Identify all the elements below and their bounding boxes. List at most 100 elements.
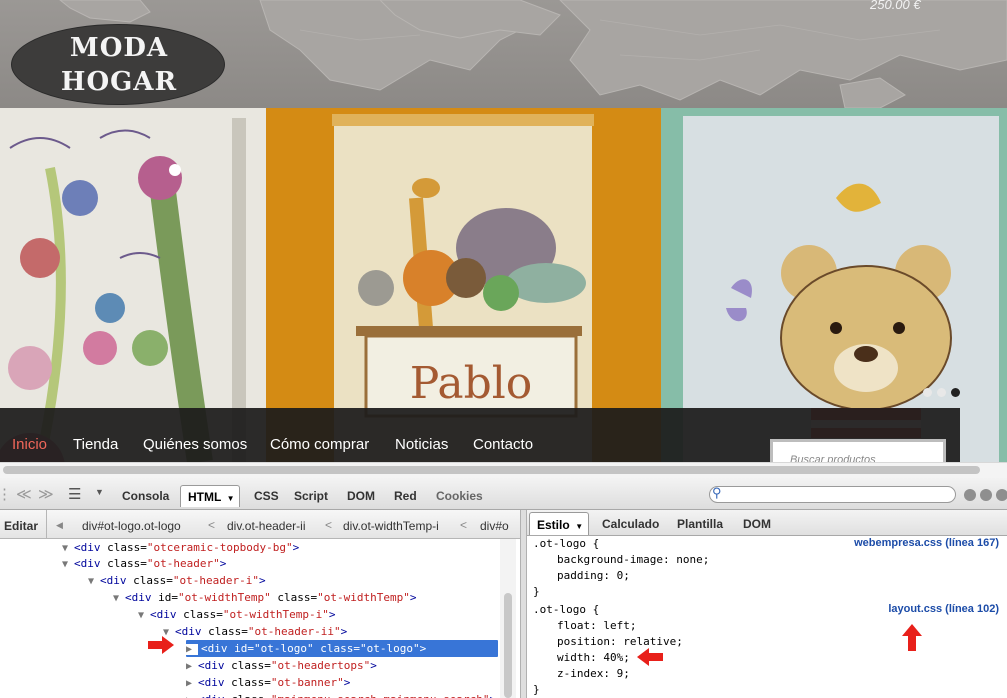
slider-dot-2[interactable] xyxy=(937,388,946,397)
tree-node[interactable]: ▼ <div class="otceramic-topbody-bg"> xyxy=(62,539,299,556)
tree-node[interactable]: ▼ <div class="ot-header-ii"> xyxy=(163,623,347,640)
inspect-icon[interactable]: ⋮ xyxy=(0,485,12,503)
css-declaration[interactable]: background-image: none; xyxy=(557,552,709,568)
css-declaration[interactable]: width: 40%; xyxy=(557,650,630,666)
tag-open: <div xyxy=(198,659,225,672)
attr-name[interactable]: class= xyxy=(225,676,271,689)
attr-value[interactable]: "otceramic-topbody-bg" xyxy=(147,541,293,554)
attr-name[interactable]: class= xyxy=(177,608,223,621)
attr-value[interactable]: "mainmenu-search mainmenu-search" xyxy=(271,693,490,698)
twisty-open-icon[interactable]: ▼ xyxy=(113,593,125,604)
css-declaration[interactable]: padding: 0; xyxy=(557,568,630,584)
tree-node[interactable]: ▶ <div class="mainmenu-search mainmenu-s… xyxy=(186,691,496,698)
css-rule-close: } xyxy=(533,683,540,696)
close-icon[interactable] xyxy=(996,489,1007,501)
tree-node[interactable]: ▼ <div class="ot-widthTemp-i"> xyxy=(138,606,336,623)
attr-value[interactable]: "ot-widthTemp" xyxy=(317,591,410,604)
red-arrow-annotation-icon xyxy=(637,648,663,666)
slider-dot-3[interactable] xyxy=(951,388,960,397)
horizontal-scrollbar-thumb[interactable] xyxy=(3,466,980,474)
breadcrumb-item-widthtemp-i[interactable]: div.ot-widthTemp-i xyxy=(343,519,439,533)
nav-item-inicio[interactable]: Inicio xyxy=(12,436,47,453)
attr-value[interactable]: "ot-headertops" xyxy=(271,659,370,672)
attr-name[interactable]: class= xyxy=(314,642,360,655)
breadcrumb-item-header-ii[interactable]: div.ot-header-ii xyxy=(227,519,305,533)
tab-red[interactable]: Red xyxy=(394,489,417,503)
forward-arrow-icon[interactable]: ≫ xyxy=(38,485,54,503)
breadcrumb-item-truncated[interactable]: div#o xyxy=(480,519,509,533)
attr-name[interactable]: class= xyxy=(271,591,317,604)
nav-item-tienda[interactable]: Tienda xyxy=(73,436,118,453)
attr-name[interactable]: class= xyxy=(202,625,248,638)
attr-value[interactable]: "ot-header-ii" xyxy=(248,625,341,638)
back-arrow-icon[interactable]: ≪ xyxy=(16,485,32,503)
tab-calculado[interactable]: Calculado xyxy=(602,517,659,531)
site-logo[interactable]: MODA HOGAR xyxy=(11,24,225,105)
breadcrumb-item-ot-logo[interactable]: div#ot-logo.ot-logo xyxy=(82,519,181,533)
horizontal-scrollbar[interactable] xyxy=(0,462,1007,478)
twisty-closed-icon[interactable]: ▶ xyxy=(186,644,199,655)
tab-plantilla[interactable]: Plantilla xyxy=(677,517,723,531)
vertical-scrollbar[interactable] xyxy=(500,539,516,698)
attr-value[interactable]: "ot-widthTemp-i" xyxy=(223,608,329,621)
css-source-link[interactable]: webempresa.css (línea 167) xyxy=(854,537,999,549)
attr-value[interactable]: "ot-header-i" xyxy=(173,574,259,587)
attr-name[interactable]: class= xyxy=(127,574,173,587)
breadcrumb-scroll-left-icon[interactable]: ◀ xyxy=(56,520,63,531)
attr-value[interactable]: "ot-logo" xyxy=(254,642,314,655)
css-selector[interactable]: .ot-logo { xyxy=(533,602,599,618)
nav-item-como-comprar[interactable]: Cómo comprar xyxy=(270,436,369,453)
attr-value[interactable]: "ot-widthTemp" xyxy=(178,591,271,604)
product-search-input[interactable]: Buscar productos xyxy=(770,439,946,462)
nav-item-contacto[interactable]: Contacto xyxy=(473,436,533,453)
attr-value[interactable]: "ot-banner" xyxy=(271,676,344,689)
slider-dot-1[interactable] xyxy=(923,388,932,397)
site-header: 250.00 € MODA HOGAR xyxy=(0,0,1007,108)
tab-script[interactable]: Script xyxy=(294,489,328,503)
attr-value[interactable]: "ot-logo" xyxy=(360,642,420,655)
tab-dom[interactable]: DOM xyxy=(347,489,375,503)
twisty-closed-icon[interactable]: ▶ xyxy=(186,678,198,689)
tree-node-selected[interactable]: ▶ <div id="ot-logo" class="ot-logo"> xyxy=(186,640,499,657)
attr-name[interactable]: id= xyxy=(152,591,178,604)
attr-name[interactable]: class= xyxy=(101,557,147,570)
tree-node[interactable]: ▶ <div class="ot-headertops"> xyxy=(186,657,377,674)
css-declaration[interactable]: float: left; xyxy=(557,618,636,634)
breadcrumb-separator: < xyxy=(208,518,216,532)
tab-consola[interactable]: Consola xyxy=(122,489,169,503)
tab-html[interactable]: HTML ▼ xyxy=(180,485,240,507)
attr-name[interactable]: id= xyxy=(228,642,254,655)
twisty-closed-icon[interactable]: ▶ xyxy=(186,661,198,672)
attr-name[interactable]: class= xyxy=(225,659,271,672)
twisty-open-icon[interactable]: ▼ xyxy=(62,543,74,554)
breadcrumb-divider xyxy=(46,510,47,539)
css-source-link[interactable]: layout.css (línea 102) xyxy=(888,603,999,615)
twisty-open-icon[interactable]: ▼ xyxy=(138,610,150,621)
twisty-open-icon[interactable]: ▼ xyxy=(62,559,74,570)
attr-value[interactable]: "ot-header" xyxy=(147,557,220,570)
twisty-open-icon[interactable]: ▼ xyxy=(88,576,100,587)
panel-splitter[interactable] xyxy=(520,510,527,698)
vertical-scrollbar-thumb[interactable] xyxy=(504,593,512,698)
css-declaration[interactable]: z-index: 9; xyxy=(557,666,630,682)
tree-node[interactable]: ▼ <div class="ot-header"> xyxy=(62,555,226,572)
list-icon[interactable]: ☰ xyxy=(68,485,81,503)
attr-name[interactable]: class= xyxy=(225,693,271,698)
tab-dom-side[interactable]: DOM xyxy=(743,517,771,531)
detach-icon[interactable] xyxy=(980,489,992,501)
tree-node[interactable]: ▼ <div class="ot-header-i"> xyxy=(88,572,266,589)
css-selector[interactable]: .ot-logo { xyxy=(533,536,599,552)
tag-close: > xyxy=(259,574,266,587)
dropdown-arrow-icon[interactable]: ▼ xyxy=(95,487,104,497)
edit-button[interactable]: Editar xyxy=(4,519,38,533)
tree-node[interactable]: ▼ <div id="ot-widthTemp" class="ot-width… xyxy=(113,589,416,606)
tree-node[interactable]: ▶ <div class="ot-banner"> xyxy=(186,674,350,691)
nav-item-quienes-somos[interactable]: Quiénes somos xyxy=(143,436,247,453)
tab-estilo[interactable]: Estilo ▼ xyxy=(529,512,589,535)
firebug-search-input[interactable]: ⚲ xyxy=(709,485,956,503)
attr-name[interactable]: class= xyxy=(101,541,147,554)
tab-cookies[interactable]: Cookies xyxy=(436,489,483,503)
tab-css[interactable]: CSS xyxy=(254,489,279,503)
nav-item-noticias[interactable]: Noticias xyxy=(395,436,448,453)
minimize-icon[interactable] xyxy=(964,489,976,501)
